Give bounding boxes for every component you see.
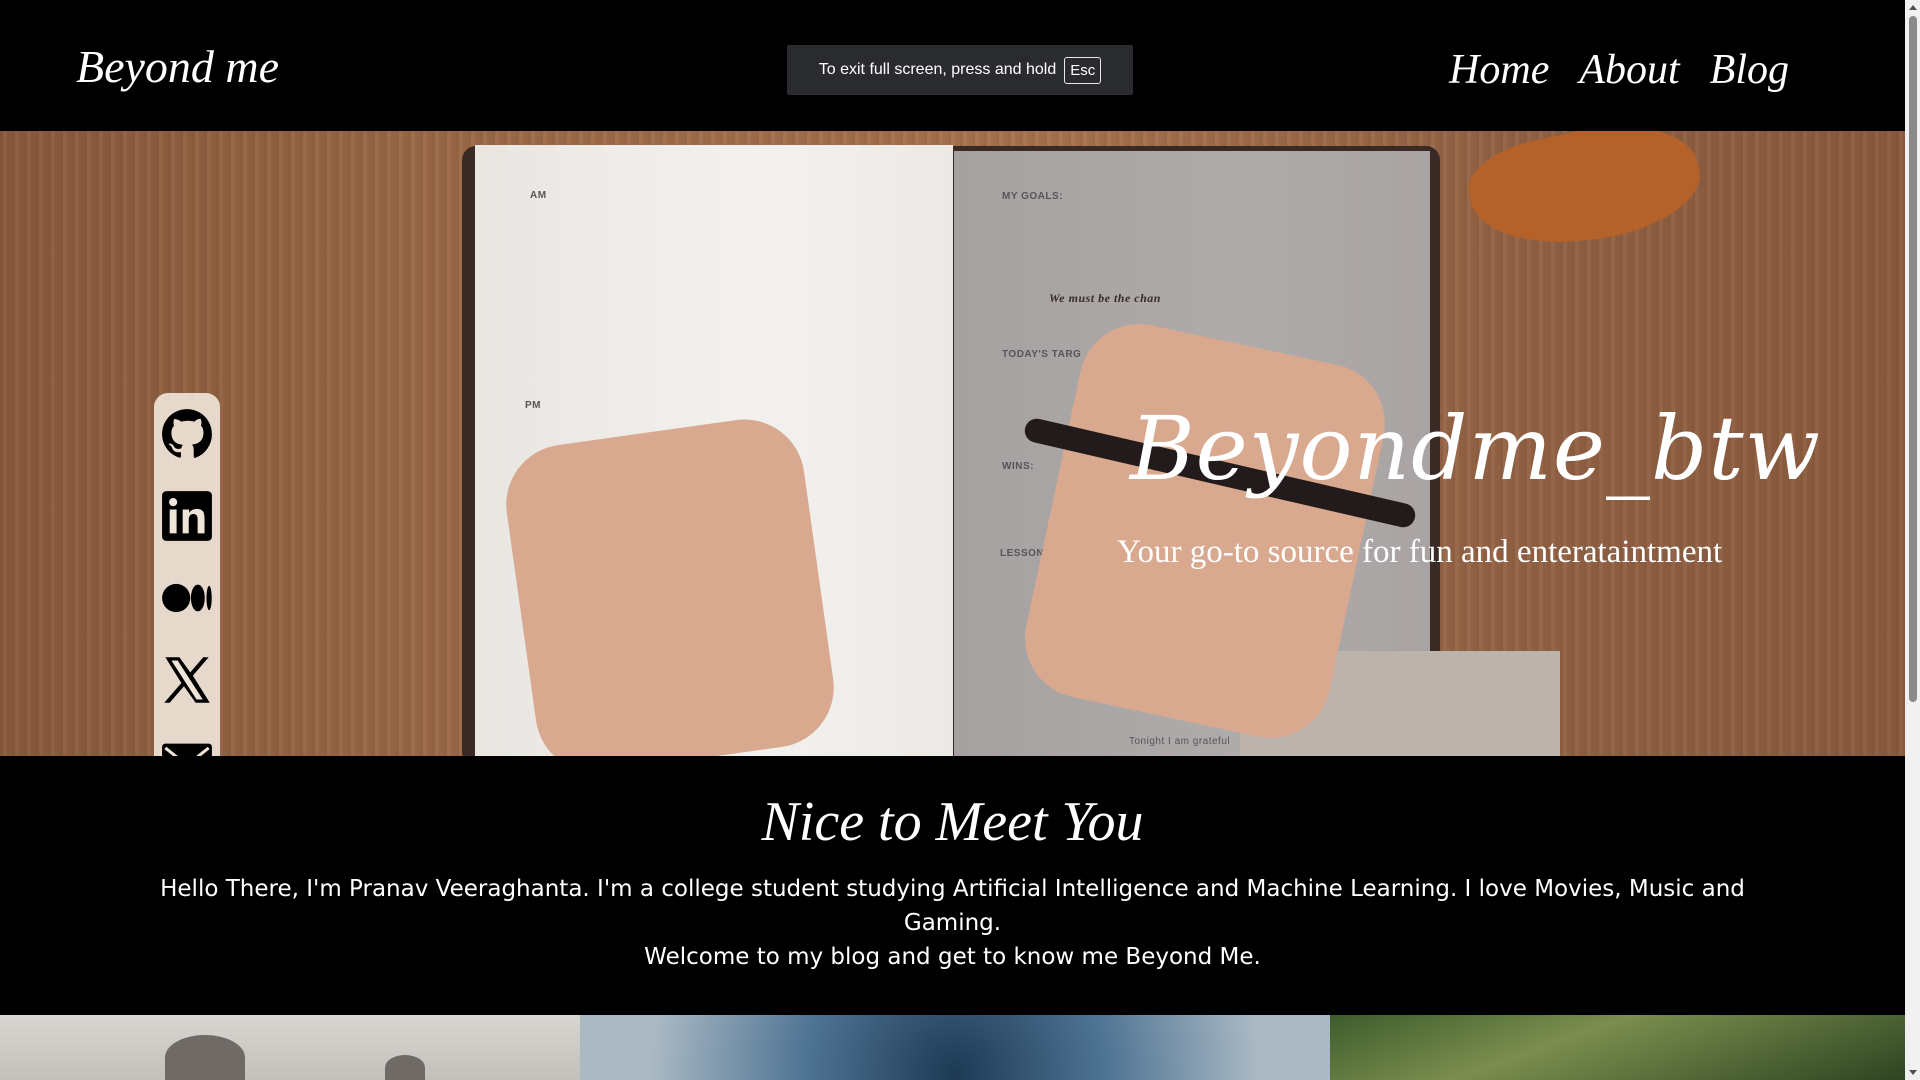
fullscreen-notice: To exit full screen, press and hold Esc: [787, 45, 1133, 95]
esc-key-badge: Esc: [1064, 56, 1102, 84]
gallery-image-forest[interactable]: [1330, 1015, 1905, 1080]
image-gallery: [0, 1015, 1905, 1080]
nav-blog-link[interactable]: Blog: [1710, 46, 1789, 94]
intro-heading: Nice to Meet You: [761, 791, 1144, 853]
site-header: Beyond me To exit full screen, press and…: [0, 0, 1905, 131]
page-scrollbar[interactable]: [1905, 0, 1920, 1080]
nav-home-link[interactable]: Home: [1449, 46, 1549, 94]
planner-goals-label: MY GOALS:: [1002, 191, 1063, 202]
hero-subtitle: Your go-to source for fun and enteratain…: [1117, 534, 1723, 570]
planner-targets-label: TODAY'S TARG: [1002, 349, 1082, 360]
mail-icon[interactable]: [161, 736, 213, 756]
x-twitter-icon[interactable]: [161, 654, 213, 706]
hero-leaf-decoration: [1461, 131, 1709, 264]
linkedin-icon[interactable]: [161, 490, 213, 542]
main-nav: Home About Blog: [1449, 46, 1789, 94]
planner-am-label: AM: [530, 190, 547, 201]
hero-banner: AM PM MY GOALS: We must be the chan TODA…: [0, 131, 1905, 756]
fullscreen-notice-text: To exit full screen, press and hold: [818, 61, 1057, 78]
scrollbar-thumb[interactable]: [1909, 16, 1917, 702]
brand-logo[interactable]: Beyond me: [76, 40, 279, 93]
intro-line-1: Hello There, I'm Pranav Veeraghanta. I'm…: [160, 876, 1745, 936]
intro-line-2: Welcome to my blog and get to know me Be…: [644, 944, 1261, 970]
planner-pm-label: PM: [525, 400, 541, 411]
medium-icon[interactable]: [161, 572, 213, 624]
left-hand-image: [498, 411, 842, 756]
planner-wins-label: WINS:: [1002, 461, 1034, 472]
planner-quote-text: We must be the chan: [1049, 291, 1161, 305]
monument-dome: [165, 1035, 245, 1080]
monument-small-dome: [385, 1055, 425, 1080]
scroll-up-arrow-icon[interactable]: [1909, 5, 1917, 10]
planner-grateful-label: Tonight I am grateful: [1129, 736, 1231, 747]
social-links-bar: [154, 393, 220, 756]
intro-paragraph: Hello There, I'm Pranav Veeraghanta. I'm…: [160, 872, 1745, 974]
github-icon[interactable]: [161, 408, 213, 460]
nav-about-link[interactable]: About: [1579, 46, 1679, 94]
hero-title: Beyondme_btw: [1130, 397, 1821, 500]
gallery-image-monument[interactable]: [0, 1015, 580, 1080]
scroll-down-arrow-icon[interactable]: [1909, 1070, 1917, 1075]
gallery-image-bird[interactable]: [580, 1015, 1330, 1080]
